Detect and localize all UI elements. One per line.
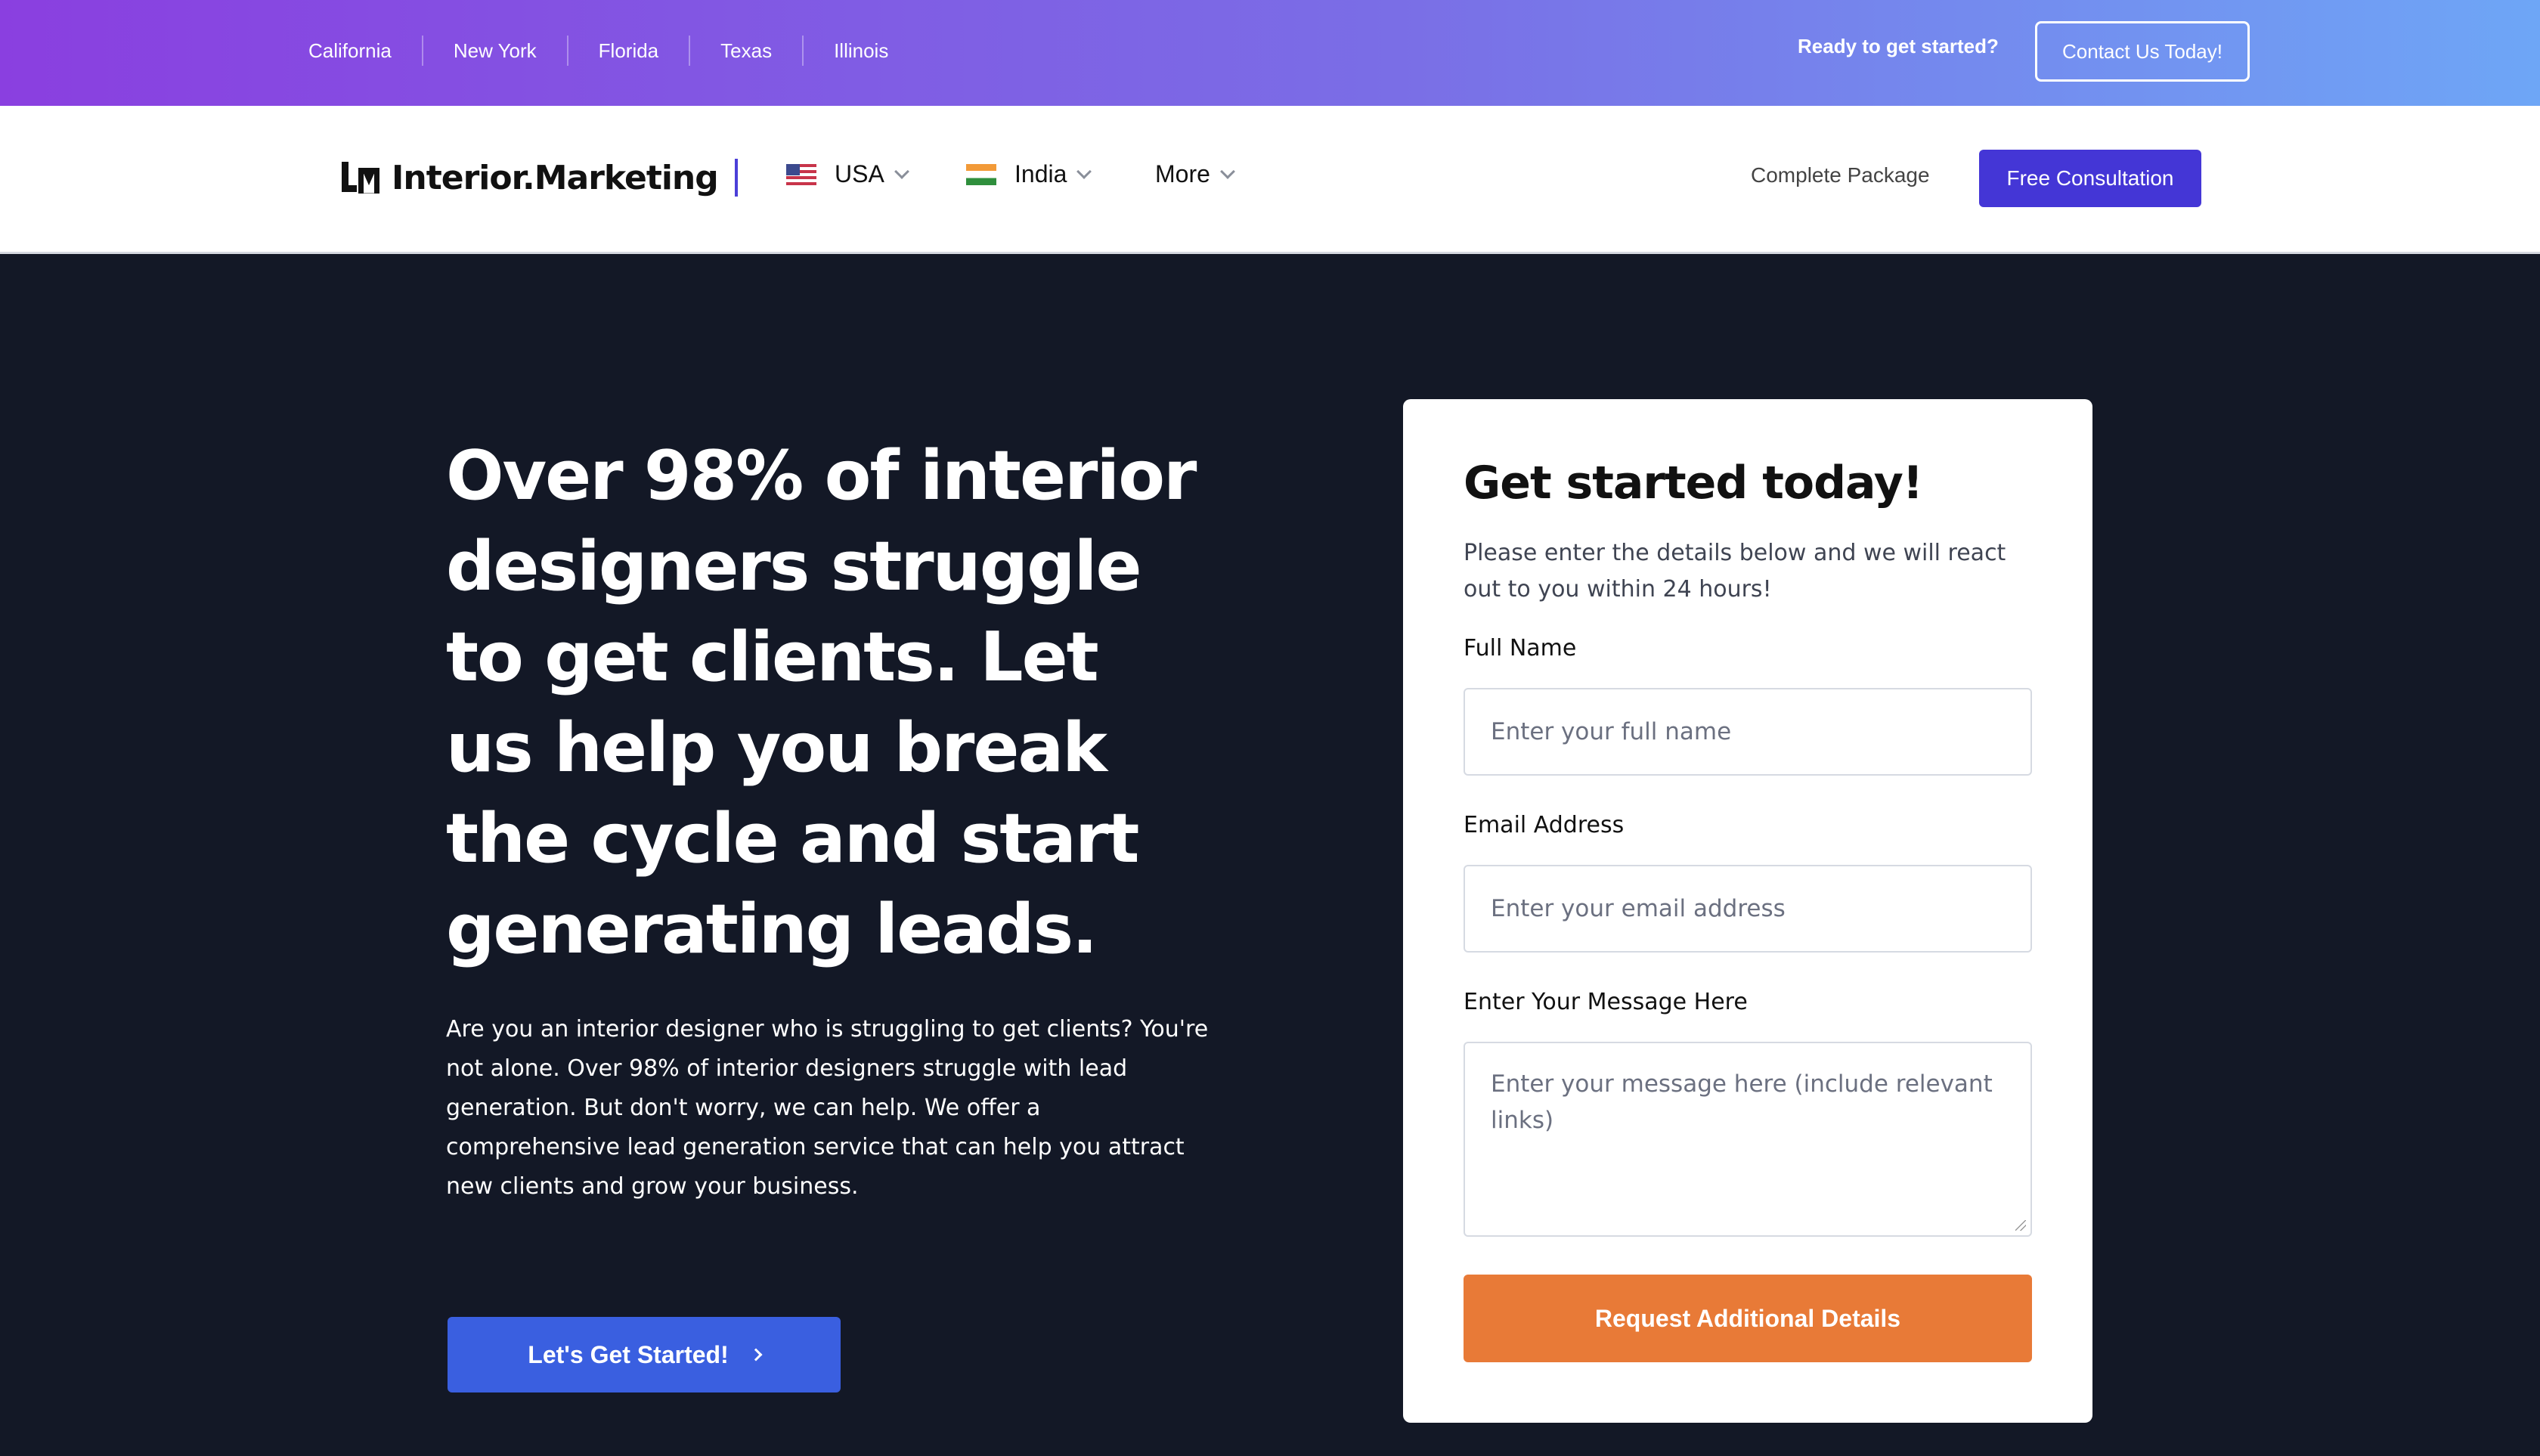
nav-more-dropdown[interactable]: More — [1155, 160, 1235, 188]
nav-usa-label: USA — [835, 160, 884, 187]
logo-text: Interior.Marketing — [392, 159, 719, 197]
hero-paragraph: Are you an interior designer who is stru… — [446, 1016, 1209, 1200]
ready-text: Ready to get started? — [1798, 35, 1999, 57]
state-link-new-york[interactable]: New York — [421, 36, 567, 66]
chevron-down-icon — [894, 163, 909, 179]
email-input[interactable]: Enter your email address — [1464, 865, 2032, 953]
logo-icon — [342, 161, 381, 195]
top-bar: California New York Florida Texas Illino… — [0, 0, 2540, 106]
state-link-illinois[interactable]: Illinois — [802, 36, 918, 66]
message-textarea[interactable]: Enter your message here (include relevan… — [1464, 1042, 2032, 1237]
india-flag-icon — [966, 163, 996, 185]
nav-india-label: India — [1014, 160, 1067, 187]
state-link-california[interactable]: California — [287, 36, 422, 66]
full-name-label: Full Name — [1464, 635, 1577, 661]
nav-more-label: More — [1155, 160, 1210, 187]
chevron-right-icon — [749, 1348, 763, 1362]
form-title: Get started today! — [1464, 457, 1923, 510]
full-name-input[interactable]: Enter your full name — [1464, 688, 2032, 776]
us-flag-icon — [786, 163, 816, 185]
resize-handle-icon[interactable] — [2015, 1220, 2026, 1231]
free-consultation-button[interactable]: Free Consultation — [1979, 150, 2201, 207]
chevron-down-icon — [1076, 163, 1092, 179]
message-placeholder: Enter your message here (include relevan… — [1491, 1070, 1993, 1134]
state-links: California New York Florida Texas Illino… — [287, 0, 918, 101]
main-nav: Interior.Marketing USA India More Comple… — [0, 106, 2540, 254]
email-label: Email Address — [1464, 812, 1625, 838]
message-label: Enter Your Message Here — [1464, 989, 1748, 1015]
nav-divider — [735, 159, 738, 197]
get-started-button[interactable]: Let's Get Started! — [448, 1317, 841, 1392]
logo[interactable]: Interior.Marketing — [342, 159, 719, 197]
nav-usa-dropdown[interactable]: USA — [786, 160, 909, 188]
form-subtitle: Please enter the details below and we wi… — [1464, 540, 2006, 603]
contact-us-button[interactable]: Contact Us Today! — [2035, 21, 2250, 82]
state-link-florida[interactable]: Florida — [566, 36, 689, 66]
nav-india-dropdown[interactable]: India — [966, 160, 1092, 188]
chevron-down-icon — [1220, 163, 1235, 179]
hero-headline: Over 98% of interior designers struggle … — [446, 436, 1197, 969]
get-started-label: Let's Get Started! — [528, 1340, 729, 1368]
state-link-texas[interactable]: Texas — [689, 36, 802, 66]
request-details-button[interactable]: Request Additional Details — [1464, 1275, 2032, 1362]
complete-package-link[interactable]: Complete Package — [1751, 163, 1930, 187]
contact-form-card: Get started today! Please enter the deta… — [1403, 399, 2092, 1423]
